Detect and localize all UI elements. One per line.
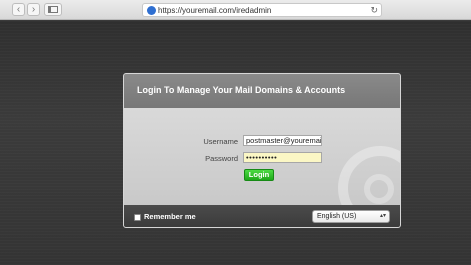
- login-button[interactable]: Login: [244, 169, 274, 181]
- remember-me-checkbox[interactable]: [134, 214, 141, 221]
- globe-icon: [147, 6, 156, 15]
- sidebar-toggle-button[interactable]: [44, 3, 62, 16]
- login-panel: Login To Manage Your Mail Domains & Acco…: [123, 73, 401, 228]
- url-text: https://youremail.com/iredadmin: [158, 6, 272, 15]
- sidebar-icon: [48, 6, 58, 13]
- forward-button[interactable]: ›: [27, 3, 40, 16]
- username-label: Username: [203, 137, 238, 146]
- back-button[interactable]: ‹: [12, 3, 25, 16]
- remember-me-label: Remember me: [144, 212, 196, 221]
- language-selected-value: English (US): [317, 213, 357, 220]
- page-background: Login To Manage Your Mail Domains & Acco…: [0, 21, 471, 265]
- panel-footer: Remember me English (US) ▴▾: [124, 205, 400, 227]
- password-label: Password: [205, 154, 238, 163]
- login-title: Login To Manage Your Mail Domains & Acco…: [137, 85, 346, 95]
- small-gear-icon: [364, 174, 394, 204]
- reload-icon[interactable]: ↻: [370, 4, 378, 16]
- panel-header: Login To Manage Your Mail Domains & Acco…: [124, 74, 400, 108]
- username-field[interactable]: postmaster@youremai: [243, 135, 322, 146]
- browser-toolbar: ‹ › https://youremail.com/iredadmin ↻: [0, 0, 471, 20]
- select-arrows-icon: ▴▾: [379, 213, 386, 219]
- password-field[interactable]: ••••••••••: [243, 152, 322, 163]
- address-bar[interactable]: https://youremail.com/iredadmin ↻: [142, 3, 382, 17]
- language-select[interactable]: English (US) ▴▾: [312, 210, 390, 223]
